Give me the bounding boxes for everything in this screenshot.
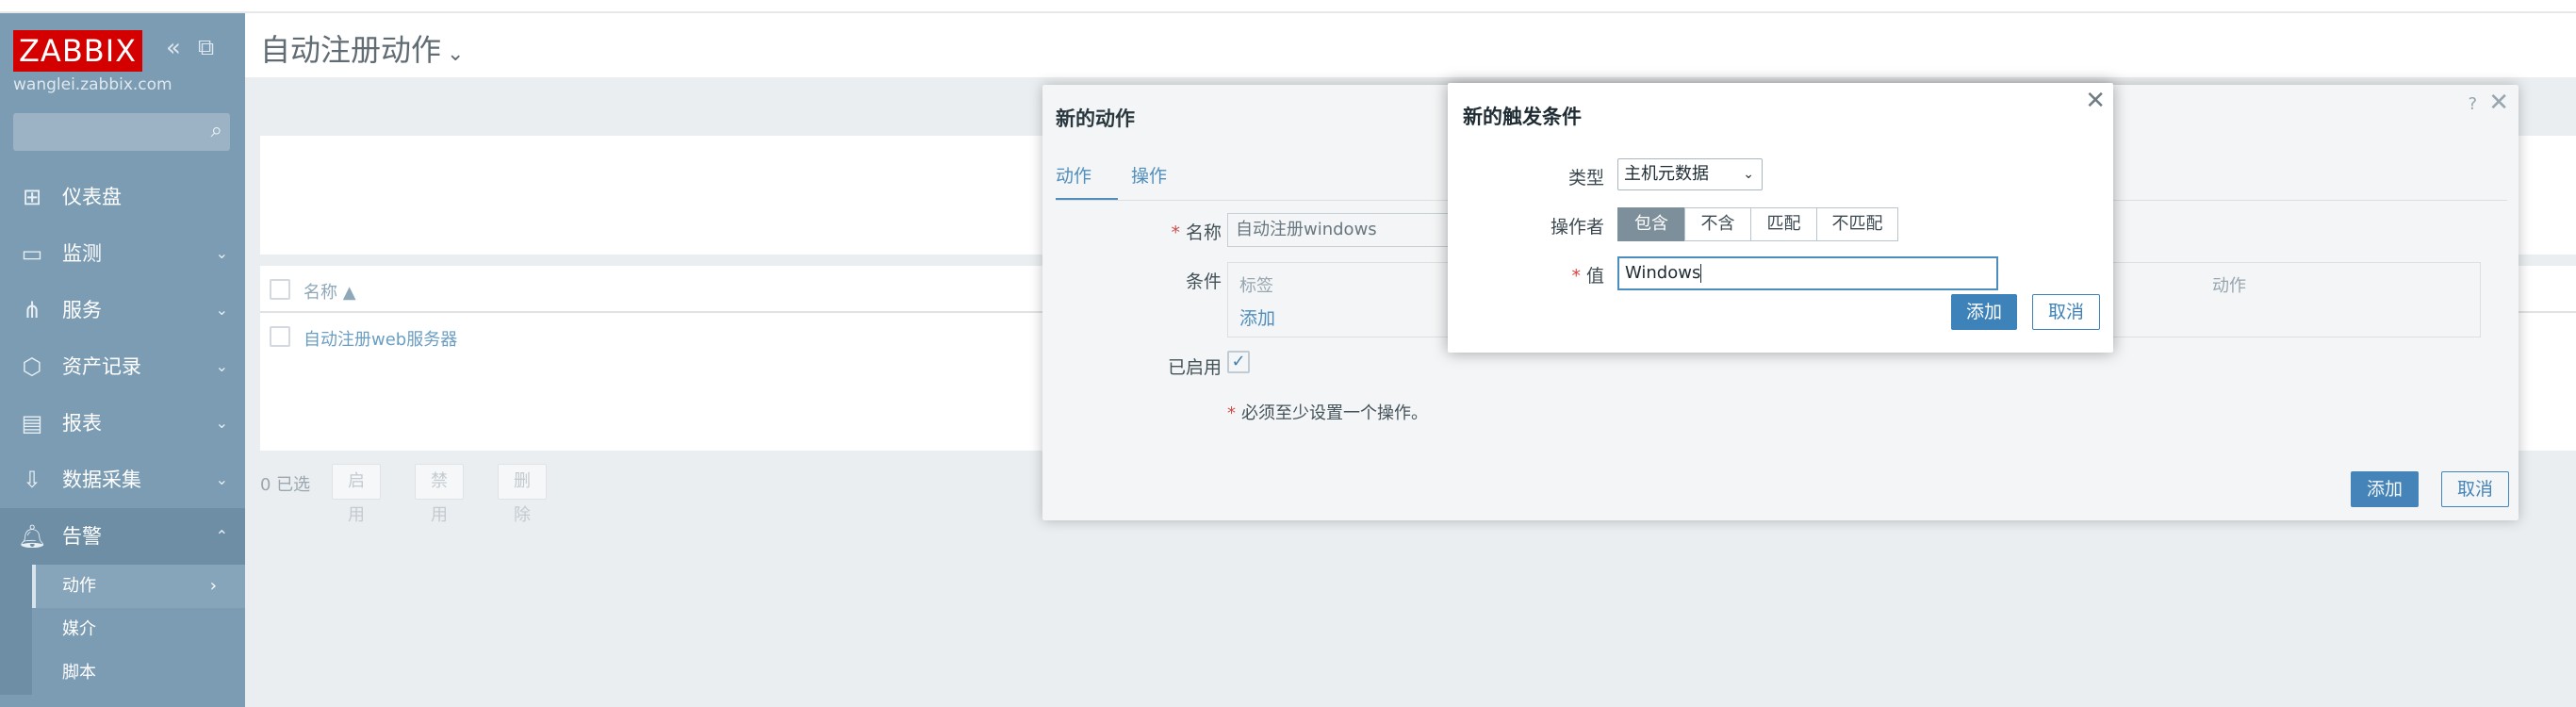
column-name-header[interactable]: 名称 ▲	[304, 279, 356, 304]
select-all-checkbox[interactable]	[270, 279, 290, 300]
submenu-item-label: 动作	[62, 576, 96, 596]
operations-warning: * 必须至少设置一个操作。	[1227, 403, 1428, 423]
submenu-item-label: 脚本	[62, 663, 96, 682]
inventory-icon: ⬡	[22, 354, 42, 380]
menu-item-data-collection[interactable]: ⇩ 数据采集 ⌄	[0, 452, 245, 508]
menu-item-label: 监测	[62, 242, 102, 265]
menu-item-inventory[interactable]: ⬡ 资产记录 ⌄	[0, 338, 245, 395]
row-checkbox[interactable]	[270, 326, 290, 347]
menu-item-services[interactable]: ⋔ 服务 ⌄	[0, 282, 245, 338]
operator-option-contains[interactable]: 包含	[1617, 207, 1685, 241]
enable-button[interactable]: 启用	[332, 464, 381, 525]
page-header: 自动注册动作 ⌄	[245, 13, 2576, 77]
dashboard-icon: ⊞	[22, 184, 42, 210]
sidebar: ZABBIX « ⧉ wanglei.zabbix.com ⌕ ⊞ 仪表盘 ▭ …	[0, 13, 245, 707]
chevron-down-icon: ⌄	[215, 357, 228, 375]
close-icon[interactable]: ✕	[2085, 87, 2106, 115]
text-cursor	[1700, 264, 1702, 283]
chevron-down-icon: ⌄	[215, 301, 228, 319]
delete-button[interactable]: 删除	[498, 464, 547, 525]
value-text: Windows	[1625, 263, 1701, 283]
kiosk-mode-icon[interactable]: ⧉	[198, 34, 214, 60]
condition-value-input[interactable]: Windows	[1617, 256, 1998, 290]
tab-action[interactable]: 动作	[1056, 162, 1091, 188]
chevron-right-icon: ›	[209, 576, 217, 596]
operator-option-not-matches[interactable]: 不匹配	[1816, 207, 1898, 241]
menu-item-dashboard[interactable]: ⊞ 仪表盘	[0, 169, 245, 225]
zabbix-logo[interactable]: ZABBIX	[13, 30, 143, 72]
browser-top-strip	[0, 0, 2576, 13]
tab-operations[interactable]: 操作	[1131, 162, 1167, 188]
menu-item-label: 报表	[62, 412, 102, 435]
bell-icon: 🔔︎	[17, 523, 47, 550]
double-chevron-left-icon[interactable]: «	[166, 34, 181, 62]
chevron-down-icon: ⌄	[1743, 167, 1754, 182]
name-label: * 名称	[1171, 222, 1222, 243]
cancel-button[interactable]: 取消	[2441, 471, 2509, 507]
conditions-label: 条件	[1185, 271, 1222, 292]
type-label: 类型	[1567, 168, 1604, 189]
close-icon[interactable]: ✕	[2488, 89, 2509, 117]
reports-icon: ▤	[21, 410, 43, 436]
monitoring-icon: ▭	[21, 240, 43, 267]
value-label: * 值	[1571, 266, 1604, 287]
selected-type: 主机元数据	[1624, 164, 1709, 184]
operator-option-not-contains[interactable]: 不含	[1684, 207, 1751, 241]
menu-item-label: 数据采集	[62, 469, 141, 491]
selected-count: 0 已选	[260, 475, 311, 495]
page-title[interactable]: 自动注册动作 ⌄	[260, 26, 464, 70]
operator-option-matches[interactable]: 匹配	[1750, 207, 1817, 241]
chevron-down-icon: ⌄	[215, 244, 228, 262]
services-icon: ⋔	[22, 297, 42, 323]
condition-action-header: 动作	[2212, 276, 2246, 296]
action-name-input[interactable]: 自动注册windows	[1227, 213, 1482, 247]
server-name: wanglei.zabbix.com	[13, 75, 172, 94]
add-button[interactable]: 添加	[1951, 294, 2017, 330]
submenu-item-media[interactable]: 媒介	[0, 608, 245, 651]
action-name-link[interactable]: 自动注册web服务器	[304, 326, 457, 351]
sidebar-search-input[interactable]: ⌕	[13, 113, 230, 151]
new-condition-dialog: 新的触发条件 ✕ 类型 主机元数据 ⌄ 操作者 包含 不含 匹配 不匹配 * 值 …	[1448, 83, 2113, 353]
chevron-down-icon: ⌄	[447, 42, 465, 66]
condition-label-header: 标签	[1239, 276, 1273, 296]
submenu-item-actions[interactable]: 动作 ›	[0, 565, 245, 608]
chevron-down-icon: ⌄	[215, 470, 228, 488]
chevron-down-icon: ⌄	[215, 414, 228, 432]
menu-item-label: 告警	[62, 525, 102, 548]
chevron-up-icon: ⌃	[215, 527, 228, 545]
menu-item-label: 仪表盘	[62, 186, 122, 208]
data-collection-icon: ⇩	[22, 467, 42, 493]
alerts-submenu: 动作 › 媒介 脚本	[0, 565, 245, 695]
enabled-label: 已启用	[1167, 357, 1222, 378]
add-button[interactable]: 添加	[2351, 471, 2419, 507]
menu-item-label: 资产记录	[62, 355, 141, 378]
enabled-checkbox[interactable]: ✓	[1227, 351, 1250, 373]
main-menu: ⊞ 仪表盘 ▭ 监测 ⌄ ⋔ 服务 ⌄ ⬡ 资产记录 ⌄ ▤ 报表 ⌄ ⇩ 数据…	[0, 169, 245, 695]
page-title-text: 自动注册动作	[260, 32, 442, 68]
cancel-button[interactable]: 取消	[2032, 294, 2100, 330]
help-icon[interactable]: ?	[2468, 94, 2477, 114]
disable-button[interactable]: 禁用	[415, 464, 464, 525]
menu-item-monitoring[interactable]: ▭ 监测 ⌄	[0, 225, 245, 282]
add-condition-link[interactable]: 添加	[1239, 304, 1275, 330]
dialog-title: 新的触发条件	[1463, 106, 1582, 128]
menu-item-reports[interactable]: ▤ 报表 ⌄	[0, 395, 245, 452]
menu-item-alerts[interactable]: 🔔︎ 告警 ⌃	[0, 508, 245, 565]
search-icon[interactable]: ⌕	[211, 119, 222, 142]
submenu-item-label: 媒介	[62, 619, 96, 639]
operator-label: 操作者	[1550, 217, 1604, 238]
submenu-item-scripts[interactable]: 脚本	[0, 651, 245, 695]
condition-type-select[interactable]: 主机元数据 ⌄	[1617, 158, 1763, 190]
dialog-title: 新的动作	[1056, 107, 1135, 130]
menu-item-label: 服务	[62, 299, 102, 321]
